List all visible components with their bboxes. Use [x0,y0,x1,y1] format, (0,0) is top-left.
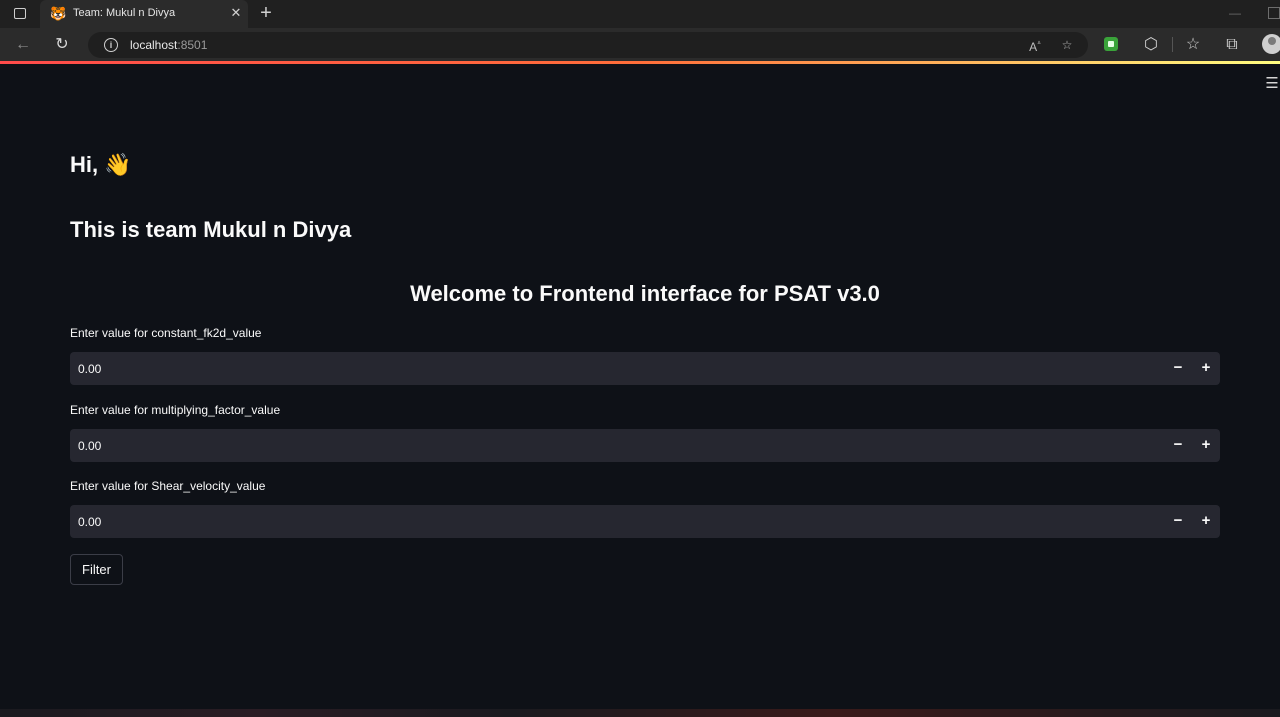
multiplying-factor-label: Enter value for multiplying_factor_value [70,403,281,417]
greeting-heading: Hi, 👋 [70,152,132,177]
browser-tab-bar: 🐯 Team: Mukul n Divya ✕ + — [0,0,1280,28]
welcome-heading: Welcome to Frontend interface for PSAT v… [410,281,880,306]
decrement-button[interactable]: − [1168,511,1188,531]
tab-title: Team: Mukul n Divya [73,7,176,19]
decrement-button[interactable]: − [1168,435,1188,455]
hamburger-menu-icon[interactable]: ☰ [1264,76,1280,92]
increment-button[interactable]: + [1196,435,1216,455]
address-bar[interactable]: i localhost:8501 Aᐞ ☆ [88,32,1088,58]
collections-icon[interactable]: ⧉ [1221,34,1243,56]
browser-tab[interactable]: 🐯 Team: Mukul n Divya ✕ [40,0,248,28]
puzzle-icon[interactable]: ⬡ [1140,34,1162,56]
read-aloud-icon[interactable]: Aᐞ [1026,36,1044,54]
url-text: localhost:8501 [130,38,208,52]
app-header-decoration [0,61,1280,64]
browser-toolbar: ← ↻ i localhost:8501 Aᐞ ☆ ⬡ ☆ ⧉ [0,28,1280,61]
input-value[interactable]: 0.00 [78,439,101,453]
extension-icon[interactable] [1104,37,1118,51]
decrement-button[interactable]: − [1168,358,1188,378]
add-favorite-icon[interactable]: ☆ [1058,36,1076,54]
maximize-icon[interactable] [1268,7,1280,19]
shear-velocity-label: Enter value for Shear_velocity_value [70,479,266,493]
toolbar-divider [1172,37,1173,52]
increment-button[interactable]: + [1196,511,1216,531]
back-arrow-icon[interactable]: ← [12,34,34,56]
taskbar-edge [0,709,1280,717]
tab-actions-icon[interactable] [10,5,30,23]
close-icon[interactable]: ✕ [228,5,244,21]
profile-avatar[interactable] [1262,34,1280,54]
favorites-icon[interactable]: ☆ [1182,34,1204,56]
shear-velocity-input[interactable]: 0.00 − + [70,505,1220,538]
team-heading: This is team Mukul n Divya [70,217,352,242]
increment-button[interactable]: + [1196,358,1216,378]
constant-fk2d-input[interactable]: 0.00 − + [70,352,1220,385]
input-value[interactable]: 0.00 [78,362,101,376]
new-tab-plus-icon[interactable]: + [256,3,276,23]
input-value[interactable]: 0.00 [78,515,101,529]
multiplying-factor-input[interactable]: 0.00 − + [70,429,1220,462]
tab-favicon: 🐯 [50,6,67,21]
minimize-icon[interactable]: — [1228,6,1242,20]
reload-icon[interactable]: ↻ [51,34,73,56]
info-icon[interactable]: i [104,38,118,52]
filter-button[interactable]: Filter [70,554,123,585]
constant-fk2d-label: Enter value for constant_fk2d_value [70,326,262,340]
